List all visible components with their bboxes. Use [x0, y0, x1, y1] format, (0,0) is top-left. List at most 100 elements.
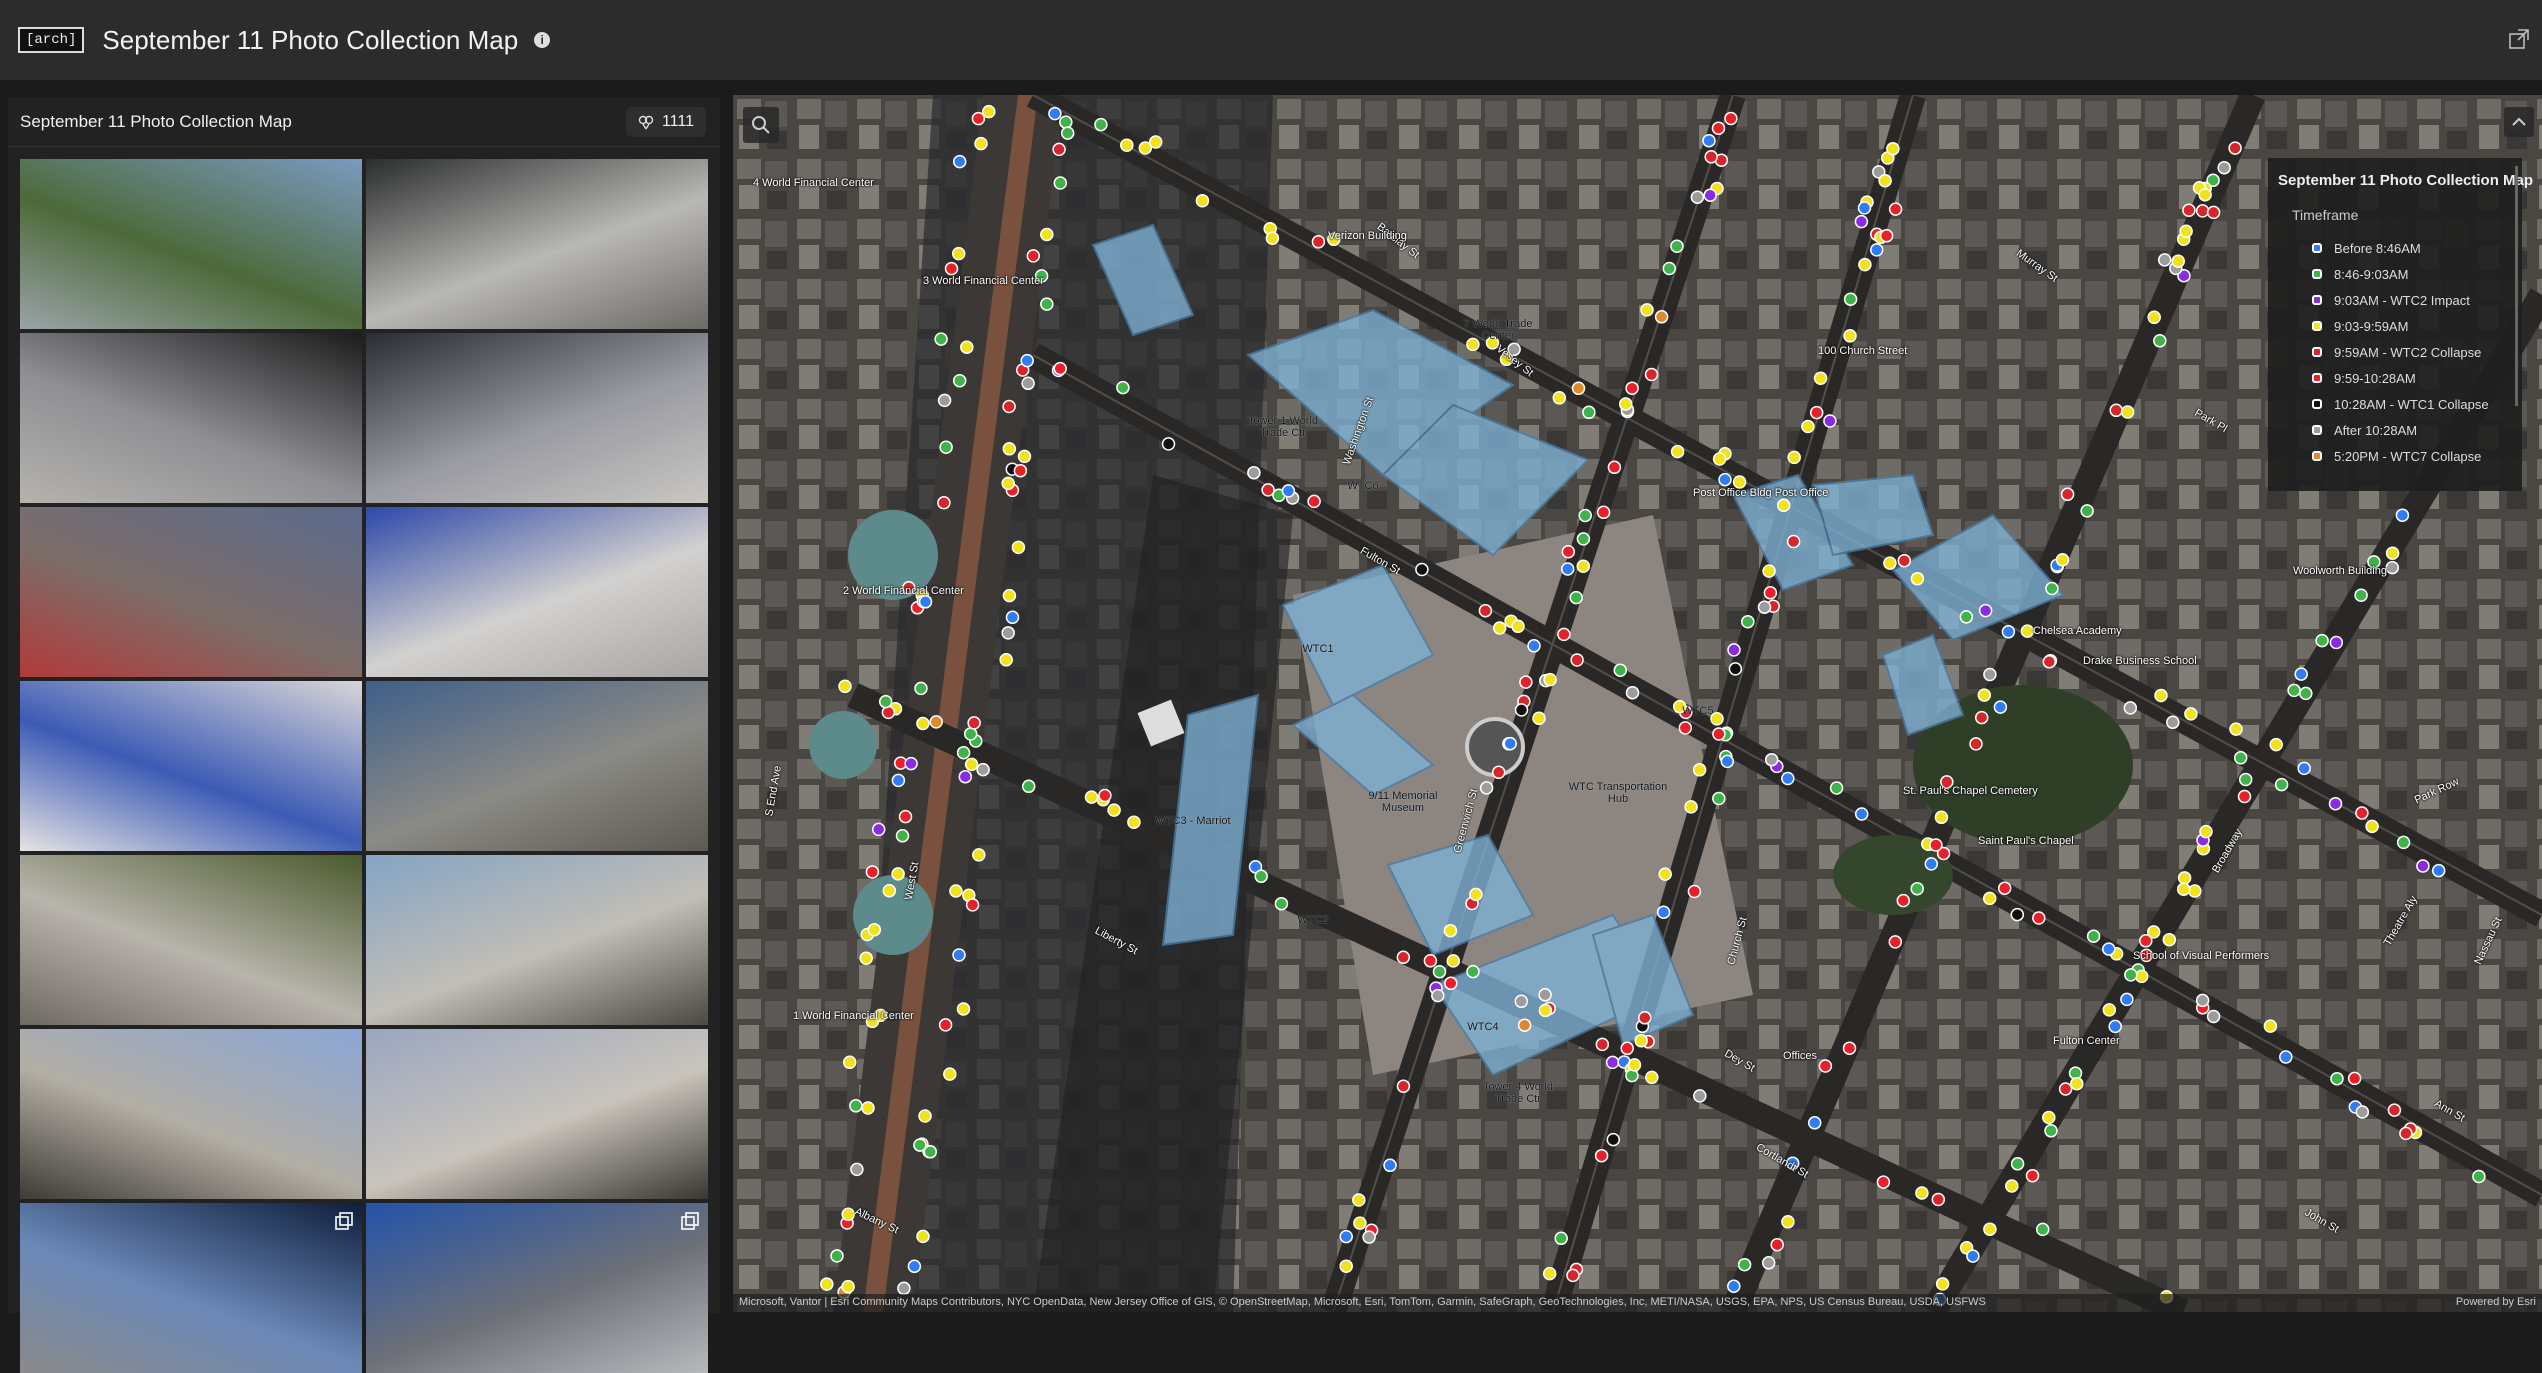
photo-marker[interactable] [1741, 614, 1755, 629]
photo-marker[interactable] [1479, 781, 1494, 795]
photo-marker[interactable] [999, 653, 1013, 667]
photo-marker[interactable] [2217, 160, 2231, 175]
photo-marker[interactable] [1423, 954, 1438, 968]
photo-marker[interactable] [1517, 1018, 1532, 1032]
photo-marker[interactable] [938, 1018, 953, 1032]
photo-marker[interactable] [949, 884, 963, 898]
photo-marker[interactable] [944, 261, 959, 276]
photo-marker[interactable] [1557, 627, 1571, 642]
photo-marker[interactable] [1561, 544, 1576, 559]
photo-marker[interactable] [1116, 380, 1130, 395]
photo-thumbnail[interactable] [366, 333, 708, 503]
photo-marker[interactable] [1931, 1192, 1946, 1207]
photo-thumbnail[interactable] [20, 1029, 362, 1199]
photo-marker[interactable] [1606, 1132, 1621, 1147]
photo-marker[interactable] [1353, 1216, 1367, 1230]
photo-marker[interactable] [1396, 1079, 1411, 1093]
photo-marker[interactable] [1897, 553, 1912, 568]
photo-marker[interactable] [1781, 1215, 1795, 1229]
photo-marker[interactable] [1854, 214, 1869, 229]
photo-marker[interactable] [2147, 310, 2161, 325]
photo-marker[interactable] [971, 111, 986, 126]
photo-marker[interactable] [878, 694, 893, 709]
photo-marker[interactable] [960, 340, 974, 354]
expand-icon[interactable] [334, 1211, 354, 1231]
photo-marker[interactable] [1059, 115, 1073, 129]
photo-marker[interactable] [1195, 193, 1210, 208]
photo-marker[interactable] [2001, 625, 2016, 639]
photo-marker[interactable] [1801, 419, 1815, 434]
photo-marker[interactable] [1983, 667, 1997, 682]
photo-marker[interactable] [2355, 1105, 2370, 1119]
photo-marker[interactable] [1764, 752, 1779, 767]
photo-marker[interactable] [972, 848, 986, 862]
photo-marker[interactable] [1265, 231, 1280, 245]
photo-marker[interactable] [1120, 138, 1134, 152]
photo-marker[interactable] [1492, 621, 1507, 635]
photo-marker[interactable] [1576, 532, 1591, 546]
photo-marker[interactable] [1017, 449, 1032, 464]
photo-marker[interactable] [1776, 498, 1791, 513]
photo-marker[interactable] [871, 822, 886, 837]
photo-marker[interactable] [1161, 437, 1176, 451]
photo-marker[interactable] [1969, 737, 1983, 751]
photo-marker[interactable] [1514, 994, 1529, 1009]
photo-marker[interactable] [952, 373, 967, 388]
photo-marker[interactable] [895, 829, 910, 843]
photo-marker[interactable] [1002, 399, 1016, 414]
photo-marker[interactable] [1127, 815, 1141, 829]
photo-marker[interactable] [1576, 559, 1591, 573]
photo-marker[interactable] [939, 440, 953, 454]
photo-marker[interactable] [1013, 463, 1028, 478]
photo-marker[interactable] [1823, 414, 1837, 428]
photo-marker[interactable] [1084, 790, 1099, 804]
photo-marker[interactable] [1854, 807, 1869, 821]
photo-marker[interactable] [967, 716, 981, 730]
photo-marker[interactable] [982, 104, 996, 119]
photo-marker[interactable] [2396, 835, 2411, 850]
photo-marker[interactable] [898, 809, 913, 824]
photo-marker[interactable] [865, 865, 880, 879]
photo-marker[interactable] [1993, 700, 2008, 714]
photo-marker[interactable] [1888, 202, 1903, 216]
photo-marker[interactable] [2387, 1103, 2402, 1117]
photo-marker[interactable] [2188, 884, 2202, 898]
photo-marker[interactable] [2206, 1009, 2221, 1024]
photo-marker[interactable] [1645, 1070, 1659, 1085]
photo-thumbnail[interactable] [366, 1203, 708, 1373]
photo-marker[interactable] [1596, 505, 1611, 520]
photo-marker[interactable] [2058, 1082, 2073, 1096]
photo-marker[interactable] [929, 715, 943, 729]
photo-marker[interactable] [2182, 203, 2196, 217]
photo-marker[interactable] [1040, 227, 1054, 242]
photo-marker[interactable] [1757, 600, 1772, 614]
photo-marker[interactable] [1818, 1059, 1833, 1073]
photo-marker[interactable] [1878, 173, 1892, 188]
photo-marker[interactable] [2134, 969, 2149, 984]
photo-marker[interactable] [1678, 721, 1693, 735]
photo-marker[interactable] [882, 883, 897, 898]
photo-marker[interactable] [937, 393, 952, 408]
photo-marker[interactable] [861, 1101, 875, 1115]
photo-marker[interactable] [1254, 869, 1268, 884]
photo-marker[interactable] [1712, 791, 1726, 806]
photo-marker[interactable] [1843, 329, 1857, 343]
photo-marker[interactable] [1857, 201, 1872, 215]
photo-marker[interactable] [1396, 950, 1411, 965]
photo-marker[interactable] [1261, 483, 1275, 497]
photo-marker[interactable] [2139, 934, 2153, 948]
photo-marker[interactable] [2102, 942, 2116, 956]
photo-marker[interactable] [1634, 1033, 1648, 1048]
photo-marker[interactable] [2005, 1179, 2019, 1193]
photo-marker[interactable] [1929, 838, 1943, 852]
photo-marker[interactable] [1247, 465, 1261, 480]
photo-marker[interactable] [2315, 633, 2329, 648]
photo-marker[interactable] [1959, 610, 1974, 624]
photo-marker[interactable] [1020, 353, 1034, 368]
photo-marker[interactable] [1148, 135, 1163, 149]
photo-marker[interactable] [964, 757, 979, 772]
photo-marker[interactable] [1560, 562, 1575, 576]
photo-marker[interactable] [2195, 204, 2210, 218]
photo-marker[interactable] [867, 922, 882, 937]
photo-marker[interactable] [1048, 106, 1062, 121]
